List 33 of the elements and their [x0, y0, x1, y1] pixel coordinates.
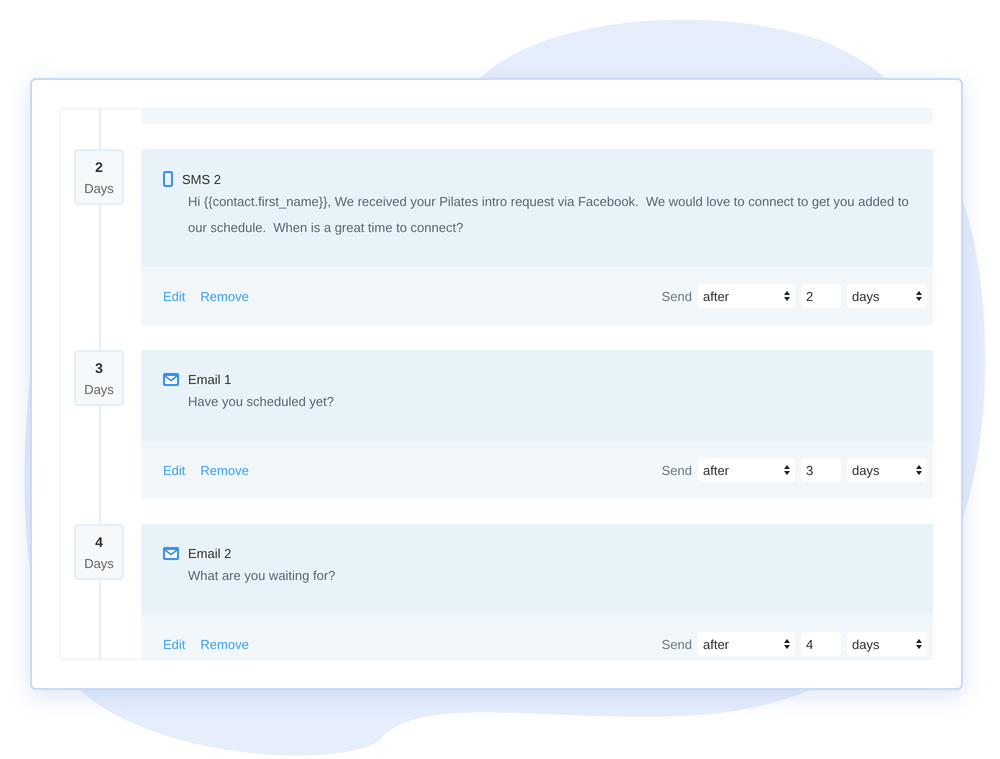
day-number: 2 — [95, 158, 103, 174]
message-title: Email 2 — [188, 546, 232, 561]
updown-icon — [784, 639, 790, 649]
day-unit: Days — [84, 180, 114, 196]
period-select[interactable]: days — [847, 632, 927, 656]
day-number: 3 — [95, 360, 103, 376]
message-title: Email 1 — [188, 372, 232, 387]
period-select[interactable]: days — [847, 284, 927, 308]
updown-icon — [784, 465, 790, 475]
day-number: 4 — [95, 534, 103, 550]
message-text: Hi {{contact.first_name}}, We received your Pilates intro request via Facebook. We would love to connect to get you added to our schedule. When is a great time to connect? — [188, 193, 910, 237]
updown-icon — [916, 291, 922, 301]
updown-icon — [916, 465, 922, 475]
amount-field[interactable]: 2 — [801, 284, 841, 308]
period-select[interactable]: days — [847, 458, 927, 482]
send-label: Send — [662, 462, 692, 478]
message-text: What are you waiting for? — [188, 567, 336, 585]
updown-icon — [784, 291, 790, 301]
send-label: Send — [662, 636, 692, 652]
amount-field[interactable]: 3 — [801, 458, 841, 482]
updown-icon — [916, 639, 922, 649]
day-unit: Days — [84, 556, 114, 570]
send-label: Send — [662, 288, 692, 304]
message-text: Have you scheduled yet? — [188, 393, 335, 411]
message-title: SMS 2 — [182, 172, 222, 186]
phone-icon — [163, 171, 173, 187]
timing-select[interactable]: after — [698, 284, 795, 308]
envelope-icon — [163, 373, 179, 386]
envelope-icon — [163, 547, 179, 560]
timing-select[interactable]: after — [698, 458, 795, 482]
timing-select[interactable]: after — [698, 632, 795, 656]
amount-field[interactable]: 4 — [801, 632, 841, 656]
day-unit: Days — [84, 382, 114, 396]
